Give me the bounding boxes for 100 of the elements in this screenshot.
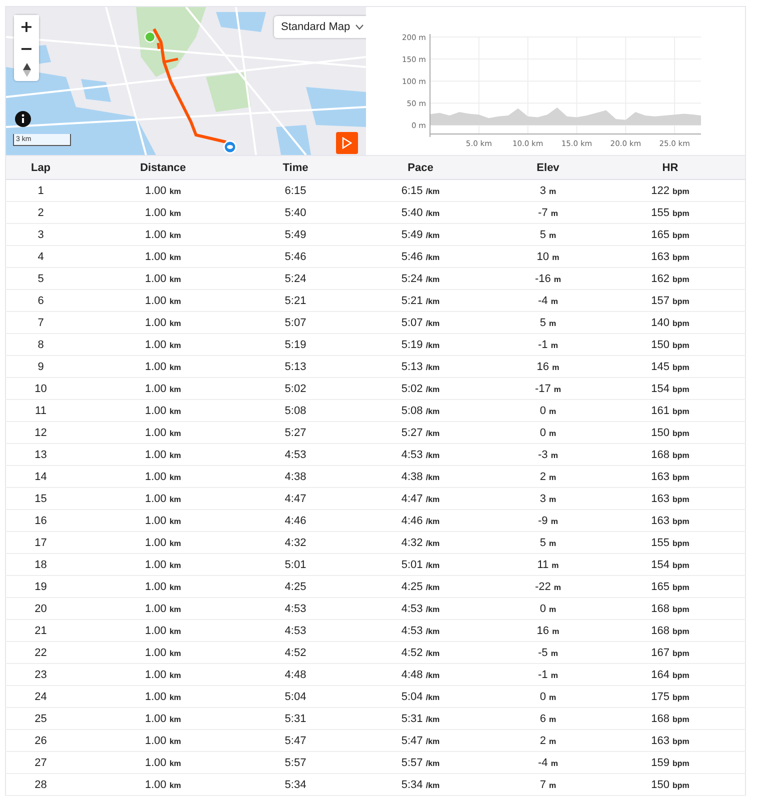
table-cell: 155 bbox=[651, 536, 670, 548]
unit-label: bpm bbox=[672, 362, 690, 372]
table-cell: 163 bbox=[651, 514, 670, 526]
table-cell: 1.00 bbox=[144, 580, 166, 592]
unit-label: /km bbox=[426, 274, 440, 284]
table-cell: 28 bbox=[34, 778, 47, 790]
table-cell: 3 bbox=[38, 228, 44, 240]
unit-label: bpm bbox=[672, 714, 690, 724]
unit-label: km bbox=[169, 450, 182, 460]
table-cell: 165 bbox=[651, 228, 670, 240]
table-cell: 1.00 bbox=[144, 734, 166, 746]
unit-label: /km bbox=[426, 692, 440, 702]
table-cell: 17 bbox=[34, 536, 47, 548]
unit-label: bpm bbox=[672, 318, 690, 328]
table-cell: -1 bbox=[538, 338, 548, 350]
unit-label: /km bbox=[426, 494, 440, 504]
table-cell: -4 bbox=[538, 294, 548, 306]
unit-label: m bbox=[552, 560, 559, 570]
compass-icon[interactable] bbox=[22, 63, 30, 77]
table-cell: 4:53 bbox=[284, 624, 306, 636]
unit-label: m bbox=[549, 538, 556, 548]
table-cell: 19 bbox=[34, 580, 47, 592]
table-cell: 5:27 bbox=[401, 426, 423, 438]
table-cell: 5:08 bbox=[401, 404, 423, 416]
zoom-in-button[interactable]: + bbox=[14, 15, 39, 37]
table-cell: 4:47 bbox=[401, 492, 423, 504]
table-cell: 5:46 bbox=[401, 250, 423, 262]
table-cell: 5:01 bbox=[284, 558, 306, 570]
table-cell: 5:13 bbox=[401, 360, 423, 372]
unit-label: m bbox=[550, 670, 558, 680]
table-cell: 5:47 bbox=[401, 734, 423, 746]
map-type-dropdown[interactable]: Standard Map bbox=[274, 16, 366, 38]
table-cell: -5 bbox=[538, 646, 548, 658]
unit-label: m bbox=[549, 186, 556, 196]
table-cell: 1.00 bbox=[144, 294, 166, 306]
unit-label: km bbox=[169, 362, 182, 372]
table-cell: 1.00 bbox=[144, 228, 166, 240]
table-cell: 4:52 bbox=[401, 646, 423, 658]
zoom-out-button[interactable]: − bbox=[14, 37, 39, 59]
column-header: HR bbox=[596, 156, 746, 180]
table-cell: 150 bbox=[651, 778, 670, 790]
unit-label: bpm bbox=[672, 428, 690, 438]
table-cell: 5:34 bbox=[284, 778, 306, 790]
table-cell: 9 bbox=[38, 360, 44, 372]
unit-label: km bbox=[169, 296, 182, 306]
unit-label: m bbox=[554, 582, 562, 592]
unit-label: m bbox=[554, 384, 562, 394]
table-cell: 4:48 bbox=[284, 668, 306, 680]
unit-label: bpm bbox=[672, 384, 690, 394]
unit-label: bpm bbox=[672, 604, 690, 614]
unit-label: m bbox=[549, 736, 556, 746]
unit-label: /km bbox=[426, 340, 440, 350]
table-cell: 1.00 bbox=[144, 756, 166, 768]
unit-label: /km bbox=[426, 428, 440, 438]
table-cell: 163 bbox=[651, 470, 670, 482]
unit-label: bpm bbox=[672, 340, 690, 350]
table-cell: 1.00 bbox=[144, 382, 166, 394]
table-cell: 0 bbox=[540, 602, 546, 614]
table-cell: 14 bbox=[34, 470, 47, 482]
table-cell: 5:13 bbox=[284, 360, 306, 372]
table-cell: 1.00 bbox=[144, 470, 166, 482]
unit-label: bpm bbox=[672, 780, 690, 790]
unit-label: bpm bbox=[672, 406, 690, 416]
table-cell: 5:57 bbox=[284, 756, 306, 768]
column-header: Time bbox=[250, 156, 340, 180]
unit-label: bpm bbox=[672, 450, 690, 460]
unit-label: m bbox=[552, 626, 560, 636]
table-cell: 1.00 bbox=[144, 646, 166, 658]
play-button[interactable] bbox=[336, 132, 358, 154]
table-cell: 4:46 bbox=[284, 514, 306, 526]
info-icon[interactable] bbox=[15, 111, 31, 127]
unit-label: /km bbox=[426, 604, 440, 614]
unit-label: bpm bbox=[672, 472, 690, 482]
table-cell: 1.00 bbox=[144, 426, 166, 438]
table-cell: 5:49 bbox=[284, 228, 306, 240]
table-cell: -3 bbox=[538, 448, 548, 460]
table-cell: 1.00 bbox=[144, 778, 166, 790]
table-cell: 4:25 bbox=[401, 580, 423, 592]
table-cell: 167 bbox=[651, 646, 670, 658]
table-cell: 162 bbox=[651, 272, 670, 284]
unit-label: /km bbox=[426, 648, 440, 658]
table-cell: 2 bbox=[540, 470, 546, 482]
chevron-down-icon bbox=[355, 24, 364, 30]
table-cell: 5:49 bbox=[401, 228, 423, 240]
unit-label: /km bbox=[426, 714, 440, 724]
table-cell: 12 bbox=[34, 426, 47, 438]
unit-label: m bbox=[550, 208, 558, 218]
column-header: Distance bbox=[76, 156, 250, 180]
unit-label: /km bbox=[426, 296, 440, 306]
table-cell: 11 bbox=[537, 558, 549, 570]
unit-label: m bbox=[550, 758, 558, 768]
unit-label: bpm bbox=[672, 582, 690, 592]
table-cell: 1.00 bbox=[144, 536, 166, 548]
unit-label: bpm bbox=[672, 736, 690, 746]
table-cell: 4 bbox=[38, 250, 44, 262]
table-cell: 4:25 bbox=[284, 580, 306, 592]
unit-label: km bbox=[169, 340, 182, 350]
unit-label: bpm bbox=[672, 296, 690, 306]
unit-label: bpm bbox=[672, 230, 690, 240]
unit-label: km bbox=[169, 538, 182, 548]
